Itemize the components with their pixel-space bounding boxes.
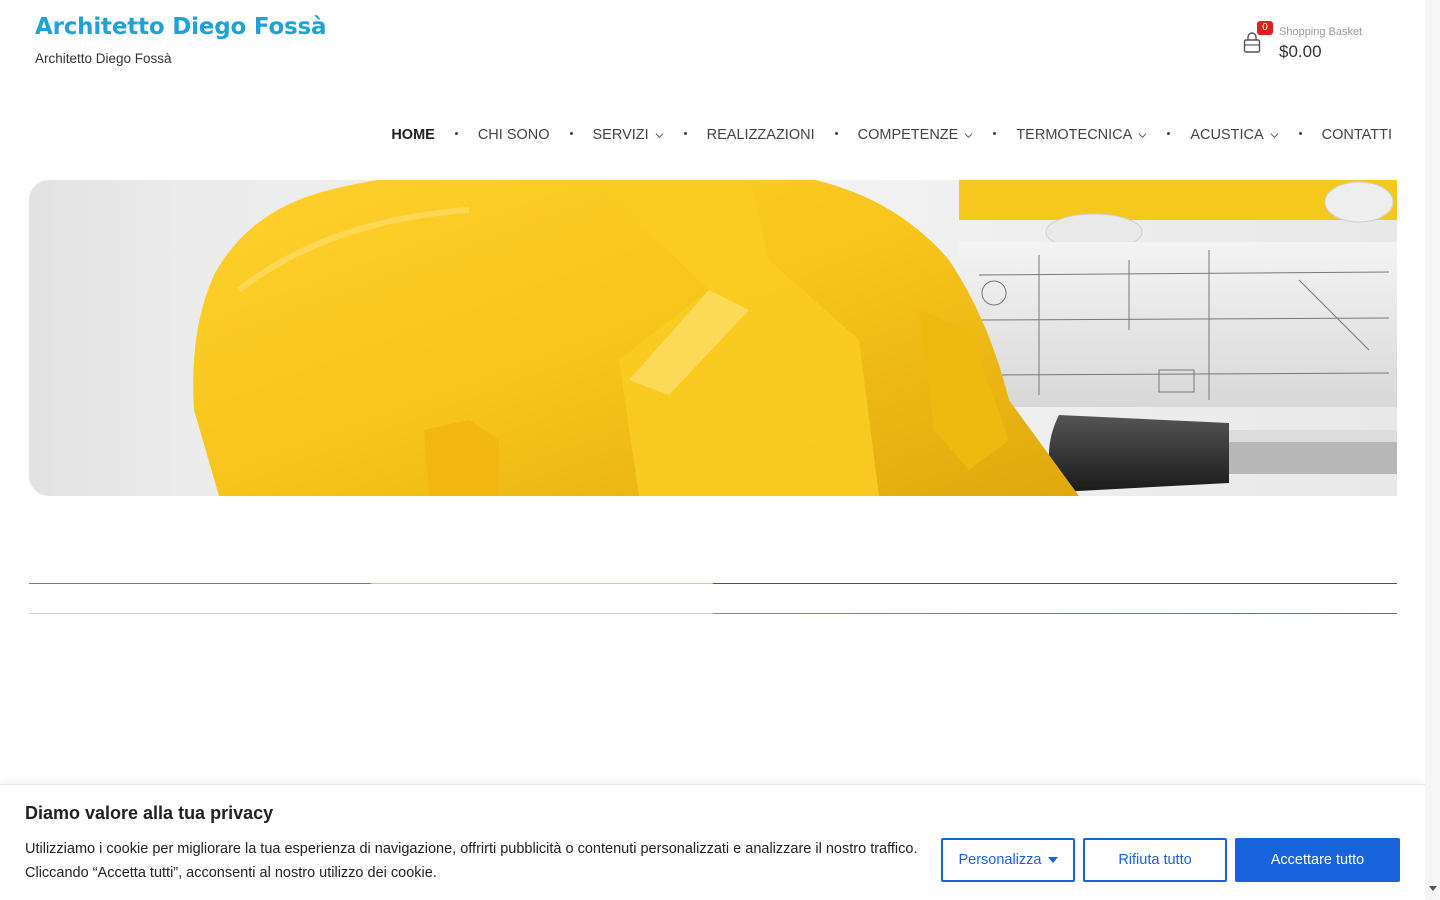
- accept-all-button-label: Accettare tutto: [1270, 852, 1365, 868]
- nav-item-label: TERMOTECNICA: [1016, 127, 1133, 143]
- chevron-down-icon: [655, 132, 664, 138]
- nav-item-chi-sono[interactable]: CHI SONO: [478, 127, 550, 143]
- divider-line-blue: [713, 583, 1397, 584]
- main-navigation: HOME CHI SONO SERVIZI REALIZZAZIONI COMP…: [382, 124, 1392, 146]
- accept-all-button[interactable]: Accettare tutto: [1235, 838, 1400, 882]
- nav-item-label: COMPETENZE: [857, 127, 959, 143]
- customize-button[interactable]: Personalizza: [941, 838, 1075, 882]
- hardhat-illustration: [193, 180, 1397, 496]
- chevron-down-icon: [1138, 132, 1147, 138]
- reject-all-button-label: Rifiuta tutto: [1118, 852, 1192, 868]
- nav-item-termotecnica[interactable]: TERMOTECNICA: [1016, 127, 1147, 143]
- basket-icon: [1243, 32, 1261, 53]
- nav-item-label: REALIZZAZIONI: [706, 127, 815, 143]
- nav-item-label: SERVIZI: [592, 127, 649, 143]
- nav-item-label: CONTATTI: [1321, 127, 1392, 143]
- cookie-consent-banner: Diamo valore alla tua privacy Utilizziam…: [0, 784, 1425, 900]
- nav-item-label: CHI SONO: [477, 127, 550, 143]
- cart-total: $0.00: [1279, 42, 1322, 61]
- nav-separator: [834, 131, 838, 135]
- nav-item-label: HOME: [391, 127, 435, 143]
- nav-item-servizi[interactable]: SERVIZI: [593, 127, 664, 143]
- nav-item-label: ACUSTICA: [1190, 127, 1264, 143]
- site-tagline: Architetto Diego Fossà: [35, 51, 172, 66]
- nav-separator: [993, 131, 997, 135]
- nav-item-home[interactable]: HOME: [391, 127, 435, 143]
- cart-count-badge: 0: [1257, 21, 1273, 35]
- nav-item-competenze[interactable]: COMPETENZE: [858, 127, 974, 143]
- divider-line-yellow: [371, 583, 713, 584]
- cart-label: Shopping Basket: [1279, 26, 1363, 38]
- nav-item-contatti[interactable]: CONTATTI: [1322, 127, 1392, 143]
- chevron-down-icon: [1270, 132, 1279, 138]
- nav-separator: [1167, 131, 1171, 135]
- hero-image: [29, 180, 1397, 496]
- divider-line-red: [29, 583, 371, 584]
- cookie-banner-text: Utilizziamo i cookie per migliorare la t…: [25, 841, 918, 881]
- nav-separator: [683, 131, 687, 135]
- cookie-banner-title: Diamo valore alla tua privacy: [25, 803, 274, 823]
- nav-item-acustica[interactable]: ACUSTICA: [1190, 127, 1279, 143]
- divider-line-gray: [29, 613, 713, 614]
- page-scrollbar[interactable]: [1425, 0, 1440, 900]
- shopping-basket[interactable]: 0 Shopping Basket $0.00: [1242, 21, 1392, 64]
- site-title[interactable]: Architetto Diego Fossà: [35, 14, 327, 40]
- divider-line-teal: [713, 613, 1397, 614]
- nav-item-realizzazioni[interactable]: REALIZZAZIONI: [707, 127, 815, 143]
- chevron-down-icon: [964, 132, 973, 138]
- scroll-down-arrow-icon[interactable]: [1429, 886, 1437, 891]
- reject-all-button[interactable]: Rifiuta tutto: [1083, 838, 1227, 882]
- caret-down-icon: [1047, 857, 1058, 863]
- nav-separator: [569, 131, 573, 135]
- nav-separator: [454, 131, 458, 135]
- customize-button-label: Personalizza: [958, 852, 1042, 868]
- nav-separator: [1298, 131, 1302, 135]
